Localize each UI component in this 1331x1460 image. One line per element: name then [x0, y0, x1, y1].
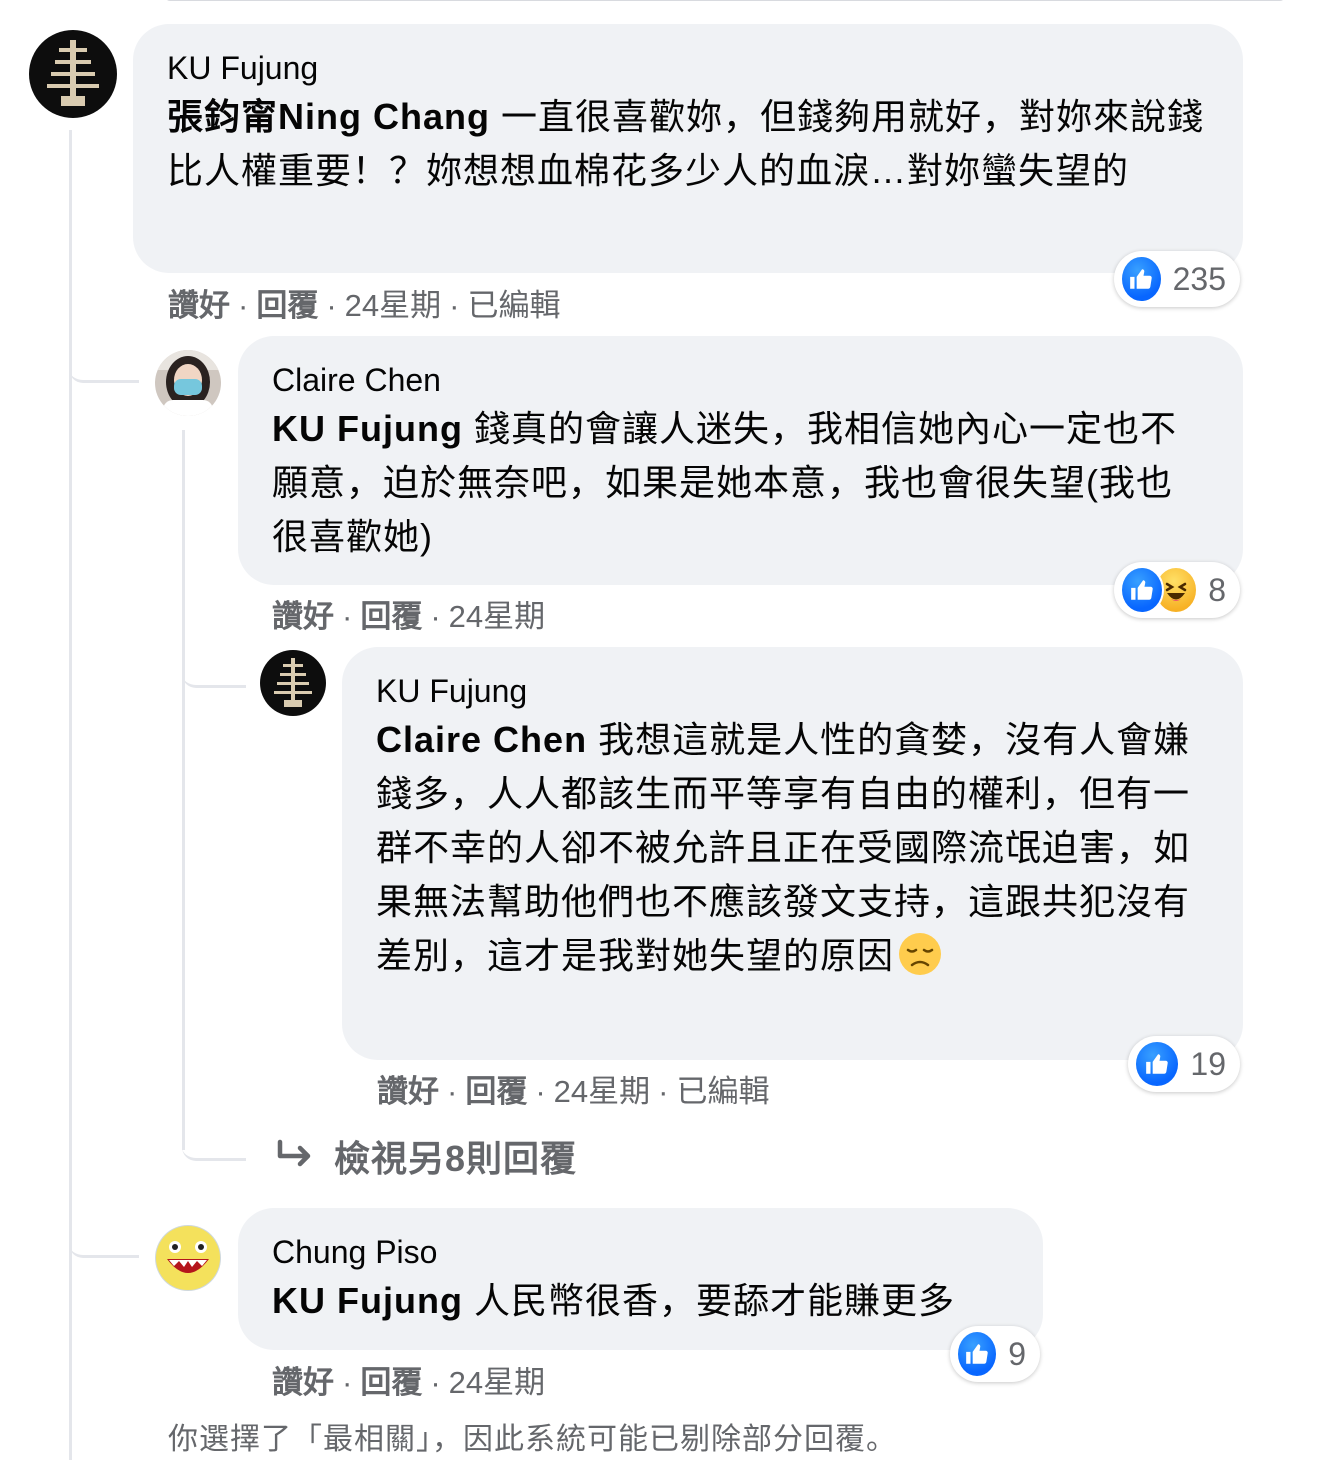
mention-link[interactable]: Claire Chen: [376, 719, 587, 760]
timestamp[interactable]: 24星期: [345, 288, 441, 323]
thumbs-up-icon: [956, 1330, 999, 1378]
view-more-replies-button[interactable]: 檢視另8則回覆: [272, 1130, 577, 1182]
like-button[interactable]: 讚好: [272, 599, 334, 634]
reaction-summary[interactable]: 9: [950, 1326, 1040, 1382]
reaction-summary[interactable]: 19: [1128, 1036, 1240, 1092]
timestamp[interactable]: 24星期: [554, 1074, 650, 1109]
thread-connector-claire: [69, 320, 139, 383]
comment-actions: 讚好 · 回覆 · 24星期 · 已編輯: [168, 288, 561, 323]
disappointed-face-icon: [898, 932, 942, 991]
comment-author[interactable]: KU Fujung: [167, 48, 1209, 88]
comment-bubble: Claire Chen KU Fujung 錢真的會讓人迷失，我相信她內心一定也…: [238, 336, 1243, 585]
comment-actions: 讚好 · 回覆 · 24星期 · 已編輯: [377, 1074, 770, 1109]
avatar[interactable]: [29, 30, 117, 118]
reply-button[interactable]: 回覆: [256, 288, 318, 323]
like-button[interactable]: 讚好: [272, 1365, 334, 1400]
comment-actions: 讚好 · 回覆 · 24星期: [272, 1365, 546, 1400]
comment-text: KU Fujung 人民幣很香，要舔才能賺更多: [272, 1280, 955, 1321]
view-more-replies-label[interactable]: 檢視另8則回覆: [334, 1130, 577, 1182]
comment-author[interactable]: KU Fujung: [376, 671, 1209, 711]
comment-author[interactable]: Chung Piso: [272, 1232, 1009, 1272]
reply-button[interactable]: 回覆: [360, 1365, 422, 1400]
comment-bubble: Chung Piso KU Fujung 人民幣很香，要舔才能賺更多: [238, 1208, 1043, 1350]
mention-link[interactable]: KU Fujung: [272, 1280, 463, 1321]
reply-arrow-icon: [272, 1138, 316, 1174]
timestamp[interactable]: 24星期: [449, 599, 545, 634]
mention-link[interactable]: KU Fujung: [272, 408, 463, 449]
reaction-count: 19: [1190, 1045, 1226, 1082]
avatar[interactable]: [155, 350, 221, 416]
thumbs-up-icon: [1120, 566, 1165, 614]
comment-author[interactable]: Claire Chen: [272, 360, 1209, 400]
avatar[interactable]: [155, 1225, 221, 1291]
reaction-summary[interactable]: 8: [1114, 562, 1240, 618]
thread-connector-chung: [69, 1200, 139, 1258]
timestamp[interactable]: 24星期: [449, 1365, 545, 1400]
thumbs-up-icon: [1120, 255, 1163, 303]
thread-connector-more: [182, 1090, 246, 1161]
reply-button[interactable]: 回覆: [465, 1074, 527, 1109]
reaction-count: 8: [1208, 571, 1226, 608]
comment-actions: 讚好 · 回覆 · 24星期: [272, 599, 546, 634]
reaction-count: 235: [1172, 260, 1226, 297]
comment-text: KU Fujung 錢真的會讓人迷失，我相信她內心一定也不願意，迫於無奈吧，如果…: [272, 408, 1177, 557]
comment-text: 張鈞甯Ning Chang 一直很喜歡妳，但錢夠用就好，對妳來說錢比人權重要！？…: [167, 96, 1204, 191]
thread-line-claire: [182, 430, 185, 1150]
comment-bubble: KU Fujung Claire Chen 我想這就是人性的貪婪，沒有人會嫌錢多…: [342, 647, 1243, 1060]
reply-button[interactable]: 回覆: [360, 599, 422, 634]
comment-text: Claire Chen 我想這就是人性的貪婪，沒有人會嫌錢多，人人都該生而平等享…: [376, 713, 1209, 991]
thread-connector-reply: [182, 630, 246, 688]
thumbs-up-icon: [1134, 1040, 1181, 1088]
edited-label: 已編輯: [467, 288, 561, 323]
mention-link[interactable]: 張鈞甯Ning Chang: [167, 96, 490, 137]
edited-label: 已編輯: [676, 1074, 770, 1109]
reaction-summary[interactable]: 235: [1114, 251, 1240, 307]
avatar[interactable]: [260, 650, 326, 716]
like-button[interactable]: 讚好: [168, 288, 230, 323]
like-button[interactable]: 讚好: [377, 1074, 439, 1109]
comment-bubble: KU Fujung 張鈞甯Ning Chang 一直很喜歡妳，但錢夠用就好，對妳…: [133, 24, 1243, 273]
previous-comment-edge: [165, 0, 1285, 1]
filter-notice: 你選擇了「最相關」，因此系統可能已剔除部分回覆。: [168, 1423, 897, 1456]
reaction-count: 9: [1008, 1335, 1026, 1372]
